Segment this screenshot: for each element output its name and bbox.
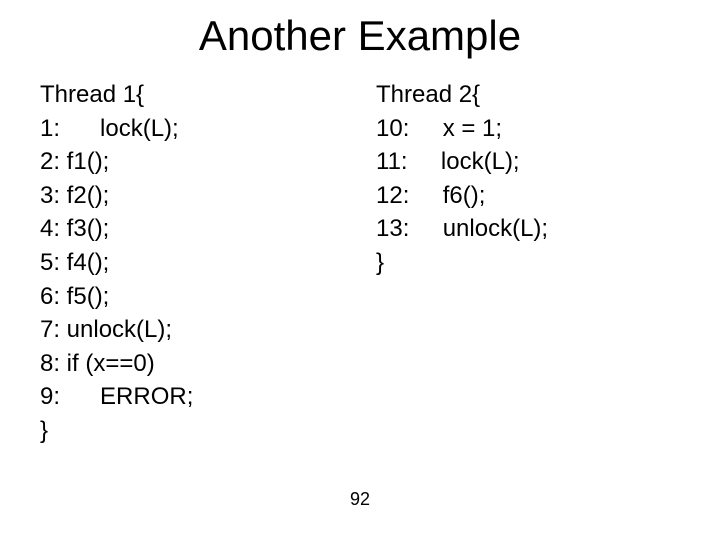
thread1-open: Thread 1{	[40, 81, 144, 108]
thread1-line-8: 8: if (x==0)	[40, 350, 155, 377]
thread2-line-12: 12: f6();	[376, 182, 485, 209]
thread1-line-3: 3: f2();	[40, 182, 109, 209]
thread1-line-6: 6: f5();	[40, 283, 109, 310]
page-number: 92	[0, 489, 720, 510]
thread2-code: Thread 2{ 10: x = 1; 11: lock(L); 12: f6…	[376, 78, 680, 448]
thread1-code: Thread 1{ 1: lock(L); 2: f1(); 3: f2(); …	[40, 78, 376, 448]
thread1-line-5: 5: f4();	[40, 249, 109, 276]
slide: Another Example Thread 1{ 1: lock(L); 2:…	[0, 0, 720, 540]
code-columns: Thread 1{ 1: lock(L); 2: f1(); 3: f2(); …	[0, 78, 720, 448]
thread2-line-10: 10: x = 1;	[376, 115, 502, 142]
thread1-line-1: 1: lock(L);	[40, 115, 179, 142]
thread1-line-4: 4: f3();	[40, 215, 109, 242]
thread2-open: Thread 2{	[376, 81, 480, 108]
slide-title: Another Example	[0, 0, 720, 78]
thread2-close: }	[376, 249, 384, 276]
thread2-line-11: 11: lock(L);	[376, 148, 520, 175]
thread1-line-9: 9: ERROR;	[40, 383, 193, 410]
thread1-line-7: 7: unlock(L);	[40, 316, 172, 343]
thread2-line-13: 13: unlock(L);	[376, 215, 548, 242]
thread1-line-2: 2: f1();	[40, 148, 109, 175]
thread1-close: }	[40, 417, 48, 444]
